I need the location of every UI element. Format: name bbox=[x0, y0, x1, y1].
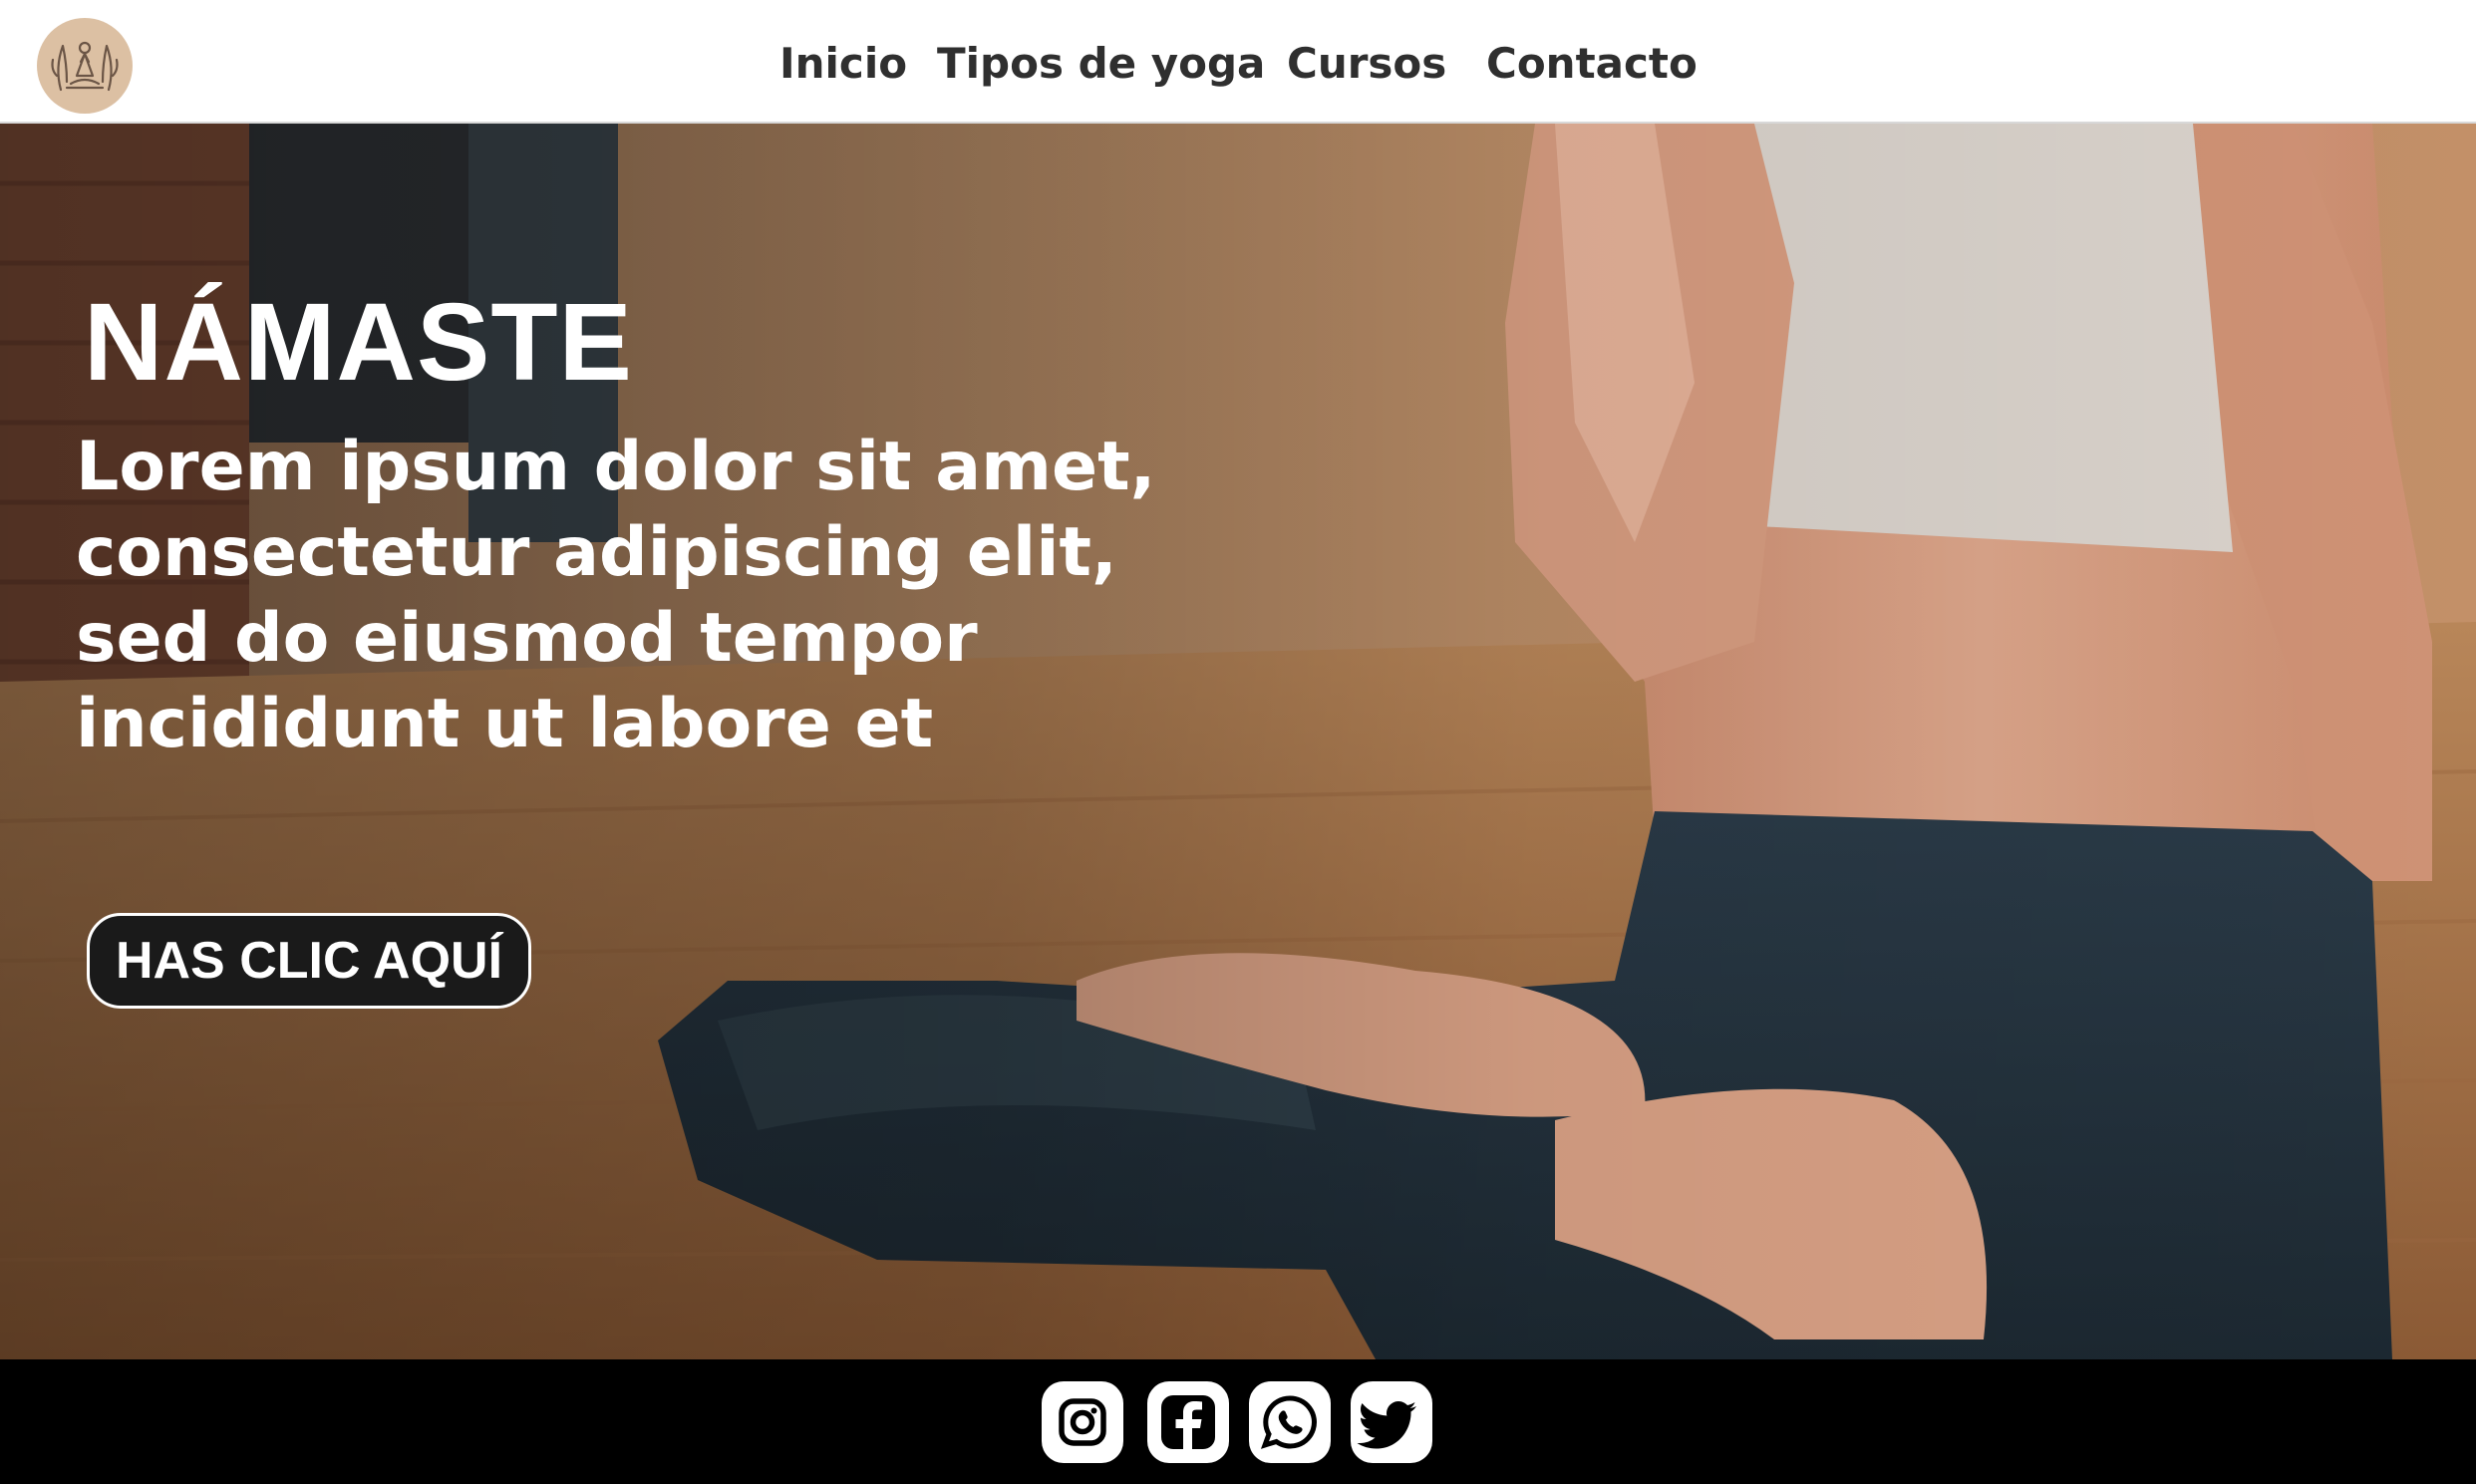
nav-contacto[interactable]: Contacto bbox=[1486, 34, 1698, 94]
twitter-icon[interactable] bbox=[1351, 1381, 1432, 1463]
hero-banner: NÁMASTE Lorem ipsum dolor sit amet, cons… bbox=[0, 124, 2476, 1359]
hero-title: NÁMASTE bbox=[84, 281, 633, 404]
nav-cursos[interactable]: Cursos bbox=[1287, 34, 1446, 94]
hero-text-line: consectetur adipiscing elit, bbox=[76, 513, 1117, 592]
hero-text-line: sed do eiusmod tempor bbox=[76, 599, 978, 678]
cta-button[interactable]: HAS CLIC AQUÍ bbox=[87, 913, 531, 1009]
nav-tipos-de-yoga[interactable]: Tipos de yoga bbox=[937, 34, 1265, 94]
site-footer bbox=[0, 1359, 2476, 1484]
whatsapp-icon[interactable] bbox=[1249, 1381, 1331, 1463]
hero-text-line: incididunt ut labore et bbox=[76, 685, 934, 763]
main-nav: Inicio Tipos de yoga Cursos Contacto bbox=[0, 34, 2476, 94]
hero-description: Lorem ipsum dolor sit amet, consectetur … bbox=[76, 425, 1192, 767]
instagram-icon[interactable] bbox=[1042, 1381, 1123, 1463]
site-header: Inicio Tipos de yoga Cursos Contacto bbox=[0, 0, 2476, 124]
facebook-icon[interactable] bbox=[1147, 1381, 1229, 1463]
nav-inicio[interactable]: Inicio bbox=[779, 34, 907, 94]
hero-text-line: Lorem ipsum dolor sit amet, bbox=[76, 428, 1156, 506]
